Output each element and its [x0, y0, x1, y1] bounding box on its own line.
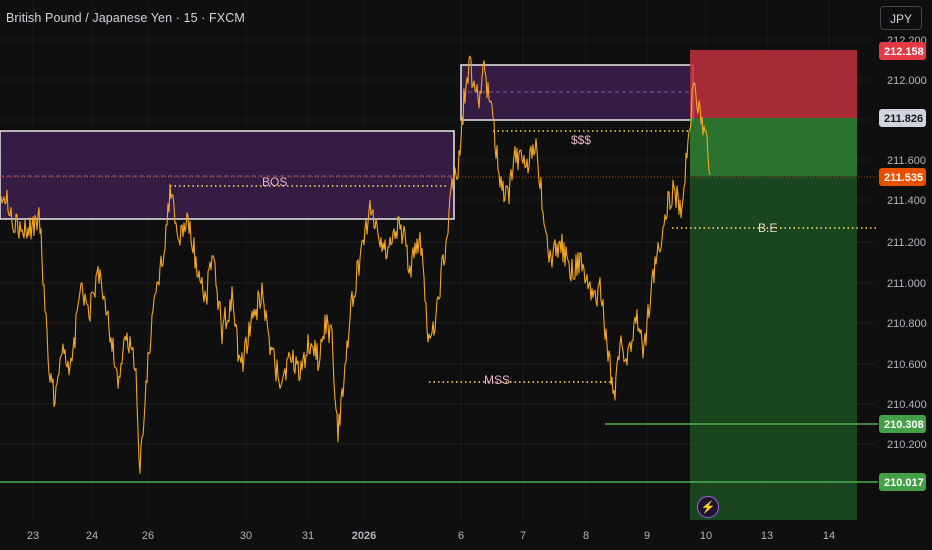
price-tick-label: 210.600 — [887, 359, 927, 371]
price-chart[interactable]: BOS $$$ MSS B.E 212.200212.000211.800211… — [0, 0, 932, 550]
time-tick-label: 26 — [142, 530, 154, 542]
bos-label: BOS — [262, 175, 287, 189]
mss-label: MSS — [484, 373, 510, 387]
order-block-left — [0, 130, 455, 220]
time-tick-label: 30 — [240, 530, 252, 542]
order-block-top — [460, 64, 694, 121]
time-tick-label: 24 — [86, 530, 98, 542]
price-tick-label: 211.000 — [887, 278, 926, 290]
time-tick-label: 6 — [458, 530, 464, 542]
sss-label: $$$ — [571, 133, 591, 147]
be-label: B.E — [758, 221, 777, 235]
price-tick-label: 212.000 — [887, 75, 927, 87]
time-tick-label: 7 — [520, 530, 526, 542]
price-tick-label: 211.600 — [887, 155, 926, 167]
currency-button[interactable]: JPY — [880, 6, 922, 30]
price-badge-label: 212.158 — [884, 46, 924, 58]
time-axis[interactable]: 23 24 26 30 31 2026 6 7 8 9 10 13 14 — [27, 530, 835, 542]
price-tick-label: 211.400 — [887, 195, 926, 207]
lightning-icon[interactable]: ⚡ — [697, 496, 719, 518]
price-tick-label: 211.200 — [887, 237, 926, 249]
time-tick-label: 14 — [823, 530, 835, 542]
price-tick-label: 210.800 — [887, 318, 927, 330]
price-badge-label: 210.017 — [884, 477, 924, 489]
price-badge-label: 211.535 — [884, 172, 923, 184]
price-tick-label: 210.400 — [887, 399, 927, 411]
symbol-title[interactable]: British Pound / Japanese Yen · 15 · FXCM — [6, 11, 245, 25]
price-badge-label: 210.308 — [884, 419, 924, 431]
price-tick-label: 210.200 — [887, 439, 927, 451]
time-tick-label: 9 — [644, 530, 650, 542]
time-tick-label: 8 — [583, 530, 589, 542]
time-tick-label: 2026 — [352, 530, 376, 542]
price-badge-label: 211.826 — [884, 113, 923, 125]
time-tick-label: 13 — [761, 530, 773, 542]
price-axis[interactable]: 212.200212.000211.800211.600211.400211.2… — [879, 35, 927, 491]
time-tick-label: 10 — [700, 530, 712, 542]
stop-loss-zone[interactable] — [690, 50, 857, 118]
time-tick-label: 23 — [27, 530, 39, 542]
take-profit-zone-upper[interactable] — [690, 118, 857, 176]
time-tick-label: 31 — [302, 530, 314, 542]
